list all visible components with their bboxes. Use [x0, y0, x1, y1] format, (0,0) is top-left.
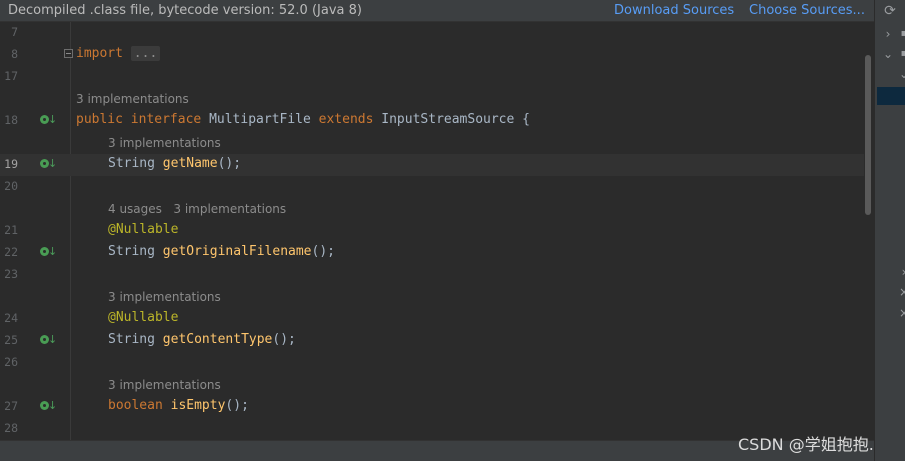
import-keyword: import — [76, 46, 123, 61]
right-tool-panel: ⟳ › ▪ ⌄ ▪ ⌄ › × × — [874, 0, 905, 461]
line-number: 27 — [4, 399, 18, 413]
code-line: 25 ↓ String getContentType(); — [0, 330, 864, 352]
implemented-icon[interactable]: ↓ — [40, 112, 57, 128]
close-icon[interactable]: × — [896, 285, 905, 299]
folded-imports[interactable]: ... — [130, 46, 161, 61]
code-line: 18 ↓ public interface MultipartFile exte… — [0, 110, 864, 132]
import-statement: import ... — [76, 46, 161, 61]
implementations-hint[interactable]: 3 implementations — [108, 290, 221, 304]
method-name: getContentType — [162, 332, 273, 347]
inlay-hint-row: 3 implementations — [0, 88, 864, 110]
download-sources-link[interactable]: Download Sources — [614, 3, 734, 18]
method-name: isEmpty — [170, 398, 226, 413]
usages-hint[interactable]: 4 usages — [108, 202, 162, 216]
watermark: CSDN @学姐抱抱. — [738, 435, 874, 454]
line-number: 20 — [4, 179, 18, 193]
implementations-hint[interactable]: 3 implementations — [76, 92, 189, 106]
implemented-icon[interactable]: ↓ — [40, 398, 57, 414]
line-number: 22 — [4, 245, 18, 259]
method-declaration: String getName(); — [108, 156, 241, 171]
code-line: 23 — [0, 264, 864, 286]
fold-expand-icon[interactable] — [64, 49, 73, 58]
code-line: 8 import ... — [0, 44, 864, 66]
code-line: 27 ↓ boolean isEmpty(); — [0, 396, 864, 418]
nullable-annotation: @Nullable — [108, 310, 179, 325]
folder-icon: ▪ — [900, 28, 905, 39]
close-icon[interactable]: × — [896, 306, 905, 320]
line-number: 19 — [4, 157, 18, 171]
method-parens: (); — [311, 244, 335, 259]
selected-tree-row[interactable] — [877, 87, 905, 105]
line-number: 21 — [4, 223, 18, 237]
implementations-hint[interactable]: 3 implementations — [108, 136, 221, 150]
package-icon: ▪ — [900, 48, 905, 59]
chevron-down-icon[interactable]: ⌄ — [880, 47, 896, 61]
code-line: 28 — [0, 418, 864, 440]
inlay-hint-row: 4 usages 3 implementations — [0, 198, 864, 220]
line-number: 28 — [4, 421, 18, 435]
line-number: 7 — [11, 25, 18, 39]
code-line: 7 — [0, 22, 864, 44]
line-number: 24 — [4, 311, 18, 325]
public-keyword: public — [76, 112, 123, 127]
code-line-current: 19 ↓ String getName(); — [0, 154, 864, 176]
method-name: getName — [162, 156, 218, 171]
choose-sources-link[interactable]: Choose Sources... — [749, 3, 865, 18]
chevron-right-icon[interactable]: › — [880, 27, 896, 41]
method-declaration: String getContentType(); — [108, 332, 296, 347]
type-name: MultipartFile — [209, 112, 311, 127]
line-number: 8 — [11, 47, 18, 61]
return-type: boolean — [108, 398, 163, 413]
inlay-hint-row: 3 implementations — [0, 132, 864, 154]
vertical-scrollbar[interactable] — [864, 22, 874, 440]
open-brace: { — [522, 112, 530, 127]
code-line: 22 ↓ String getOriginalFilename(); — [0, 242, 864, 264]
method-name: getOriginalFilename — [162, 244, 312, 259]
method-parens: (); — [225, 398, 249, 413]
code-line: 17 — [0, 66, 864, 88]
implementations-hint[interactable]: 3 implementations — [108, 378, 221, 392]
line-number: 17 — [4, 69, 18, 83]
implementations-hint[interactable]: 3 implementations — [173, 202, 286, 216]
chevron-right-icon[interactable]: › — [896, 265, 905, 279]
line-number: 23 — [4, 267, 18, 281]
inlay-hint-row: 3 implementations — [0, 374, 864, 396]
interface-keyword: interface — [130, 112, 202, 127]
method-parens: (); — [272, 332, 296, 347]
code-line: 26 — [0, 352, 864, 374]
line-number: 18 — [4, 113, 18, 127]
refresh-icon[interactable]: ⟳ — [882, 3, 898, 19]
code-line: 21 @Nullable — [0, 220, 864, 242]
implemented-icon[interactable]: ↓ — [40, 332, 57, 348]
return-type: String — [108, 244, 155, 259]
method-parens: (); — [217, 156, 242, 171]
code-line: 24 @Nullable — [0, 308, 864, 330]
super-type: InputStreamSource — [381, 112, 515, 127]
method-declaration: String getOriginalFilename(); — [108, 244, 335, 259]
chevron-down-icon[interactable]: ⌄ — [896, 67, 905, 81]
code-line: 20 — [0, 176, 864, 198]
extends-keyword: extends — [318, 112, 374, 127]
code-editor[interactable]: 7 8 import ... 17 3 implementations 18 ↓… — [0, 22, 874, 440]
implemented-icon[interactable]: ↓ — [40, 156, 57, 172]
line-number: 25 — [4, 333, 18, 347]
nullable-annotation: @Nullable — [108, 222, 179, 237]
return-type: String — [108, 332, 155, 347]
decompiled-banner: Decompiled .class file, bytecode version… — [0, 0, 874, 22]
inlay-hint-row: 3 implementations — [0, 286, 864, 308]
interface-declaration: public interface MultipartFile extends I… — [76, 112, 530, 127]
banner-message: Decompiled .class file, bytecode version… — [8, 3, 362, 18]
implemented-icon[interactable]: ↓ — [40, 244, 57, 260]
scrollbar-thumb[interactable] — [865, 55, 871, 215]
return-type: String — [108, 156, 155, 171]
method-declaration: boolean isEmpty(); — [108, 398, 249, 413]
line-number: 26 — [4, 355, 18, 369]
